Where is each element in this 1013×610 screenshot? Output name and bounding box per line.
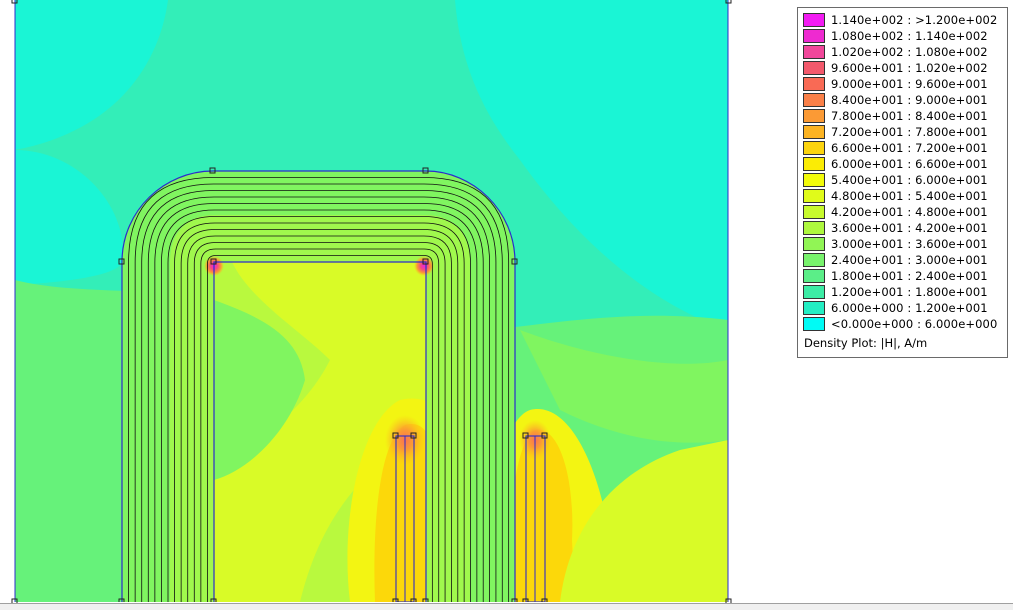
legend-row: <0.000e+000 : 6.000e+000 [803, 316, 997, 332]
legend-row: 1.800e+001 : 2.400e+001 [803, 268, 988, 284]
legend-row: 6.000e+001 : 6.600e+001 [803, 156, 988, 172]
legend-range-label: 1.020e+002 : 1.080e+002 [831, 45, 988, 59]
legend-row: 6.600e+001 : 7.200e+001 [803, 140, 988, 156]
legend-range-label: 1.200e+001 : 1.800e+001 [831, 285, 988, 299]
legend-row: 1.080e+002 : 1.140e+002 [803, 28, 988, 44]
legend-row: 4.200e+001 : 4.800e+001 [803, 204, 988, 220]
density-plot-view[interactable] [0, 0, 780, 610]
legend-swatch [803, 125, 825, 139]
legend-swatch [803, 317, 825, 331]
legend-range-label: 4.200e+001 : 4.800e+001 [831, 205, 988, 219]
legend-row: 3.000e+001 : 3.600e+001 [803, 236, 988, 252]
legend-row: 1.140e+002 : >1.200e+002 [803, 12, 997, 28]
legend-range-label: 9.600e+001 : 1.020e+002 [831, 61, 988, 75]
legend-swatch [803, 269, 825, 283]
legend-swatch [803, 285, 825, 299]
legend-row: 9.600e+001 : 1.020e+002 [803, 60, 988, 76]
legend-range-label: 5.400e+001 : 6.000e+001 [831, 173, 988, 187]
legend-range-label: 7.200e+001 : 7.800e+001 [831, 125, 988, 139]
legend-range-label: 6.000e+001 : 6.600e+001 [831, 157, 988, 171]
legend-swatch [803, 205, 825, 219]
legend-range-label: 8.400e+001 : 9.000e+001 [831, 93, 988, 107]
legend-range-label: 3.600e+001 : 4.200e+001 [831, 221, 988, 235]
legend-range-label: 1.140e+002 : >1.200e+002 [831, 13, 998, 27]
legend-swatch [803, 45, 825, 59]
legend-swatch [803, 189, 825, 203]
density-legend: 1.140e+002 : >1.200e+002 1.080e+002 : 1.1… [797, 7, 1008, 358]
legend-swatch [803, 301, 825, 315]
legend-range-label: 6.000e+000 : 1.200e+001 [831, 301, 988, 315]
legend-swatch [803, 109, 825, 123]
legend-range-label: 3.000e+001 : 3.600e+001 [831, 237, 988, 251]
legend-range-label: 9.000e+001 : 9.600e+001 [831, 77, 988, 91]
legend-row: 2.400e+001 : 3.000e+001 [803, 252, 988, 268]
legend-caption: Density Plot: |H|, A/m [804, 336, 928, 350]
legend-swatch [803, 61, 825, 75]
legend-swatch [803, 173, 825, 187]
legend-row: 6.000e+000 : 1.200e+001 [803, 300, 988, 316]
legend-range-label: 4.800e+001 : 5.400e+001 [831, 189, 988, 203]
legend-range-label: 6.600e+001 : 7.200e+001 [831, 141, 988, 155]
legend-row: 8.400e+001 : 9.000e+001 [803, 92, 988, 108]
legend-row: 7.800e+001 : 8.400e+001 [803, 108, 988, 124]
legend-row: 3.600e+001 : 4.200e+001 [803, 220, 988, 236]
legend-row: 1.200e+001 : 1.800e+001 [803, 284, 988, 300]
legend-range-label: 2.400e+001 : 3.000e+001 [831, 253, 988, 267]
legend-swatch [803, 237, 825, 251]
legend-row: 1.020e+002 : 1.080e+002 [803, 44, 988, 60]
legend-range-label: <0.000e+000 : 6.000e+000 [831, 317, 998, 331]
legend-row: 4.800e+001 : 5.400e+001 [803, 188, 988, 204]
status-strip [0, 603, 1013, 610]
legend-swatch [803, 29, 825, 43]
legend-swatch [803, 157, 825, 171]
legend-swatch [803, 253, 825, 267]
legend-row: 9.000e+001 : 9.600e+001 [803, 76, 988, 92]
legend-row: 7.200e+001 : 7.800e+001 [803, 124, 988, 140]
legend-swatch [803, 93, 825, 107]
legend-swatch [803, 141, 825, 155]
legend-swatch [803, 77, 825, 91]
legend-range-label: 1.080e+002 : 1.140e+002 [831, 29, 988, 43]
legend-range-label: 7.800e+001 : 8.400e+001 [831, 109, 988, 123]
legend-range-label: 1.800e+001 : 2.400e+001 [831, 269, 988, 283]
legend-row: 5.400e+001 : 6.000e+001 [803, 172, 988, 188]
field-density-plot[interactable] [0, 0, 780, 610]
legend-swatch [803, 13, 825, 27]
legend-swatch [803, 221, 825, 235]
